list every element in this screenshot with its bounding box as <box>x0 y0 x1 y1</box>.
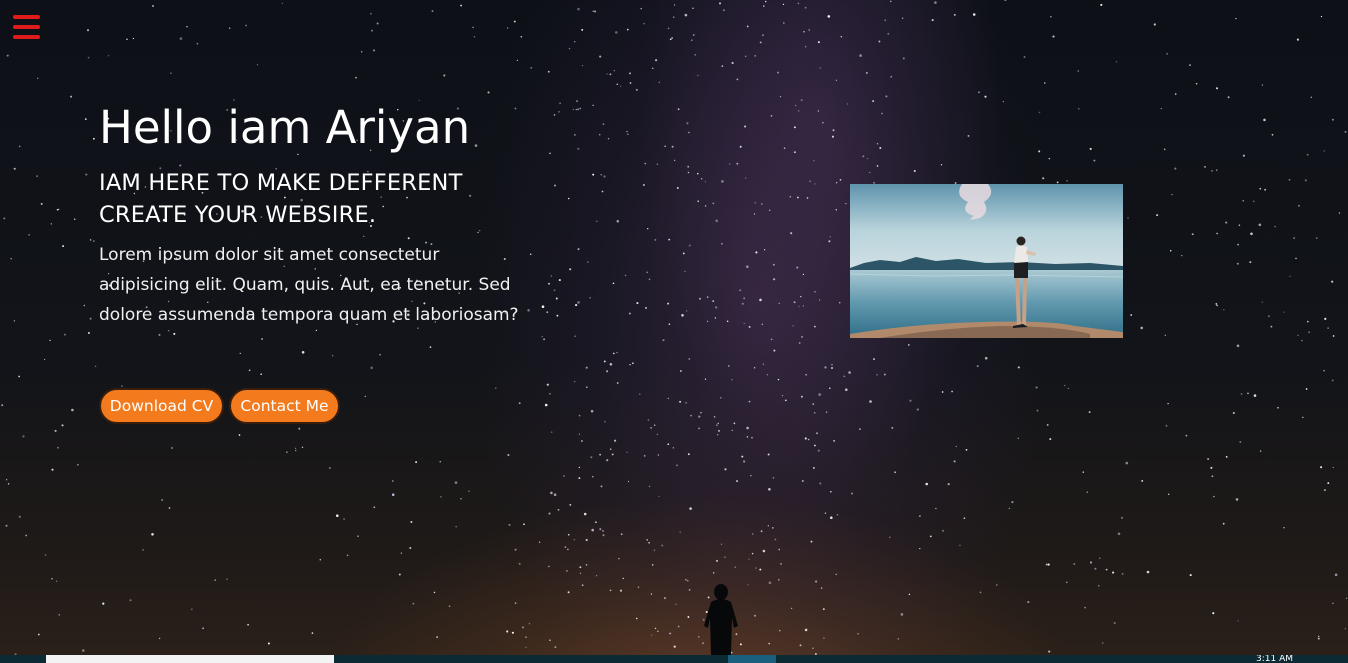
taskbar: 3:11 AM <box>0 655 1348 663</box>
taskbar-window-thumbnail[interactable] <box>46 655 334 663</box>
hero-subtitle: IAM HERE TO MAKE DEFFERENT CREATE YOUR W… <box>99 167 539 231</box>
page: Hello iam Ariyan IAM HERE TO MAKE DEFFER… <box>0 0 1348 663</box>
person-silhouette <box>704 584 738 655</box>
hero-subtitle-line-2: CREATE YOUR WEBSIRE. <box>99 202 377 228</box>
hero-photo <box>850 184 1123 338</box>
hamburger-menu-icon[interactable] <box>13 15 41 41</box>
hero-title: Hello iam Ariyan <box>99 101 471 154</box>
hero-section: Hello iam Ariyan IAM HERE TO MAKE DEFFER… <box>0 0 1348 655</box>
contact-me-button[interactable]: Contact Me <box>229 388 340 424</box>
download-cv-button[interactable]: Download CV <box>99 388 224 424</box>
taskbar-clock: 3:11 AM <box>1256 655 1293 663</box>
taskbar-active-app[interactable] <box>728 655 776 663</box>
hero-description: Lorem ipsum dolor sit amet consectetur a… <box>99 245 519 325</box>
hero-subtitle-line-1: IAM HERE TO MAKE DEFFERENT <box>99 170 463 196</box>
